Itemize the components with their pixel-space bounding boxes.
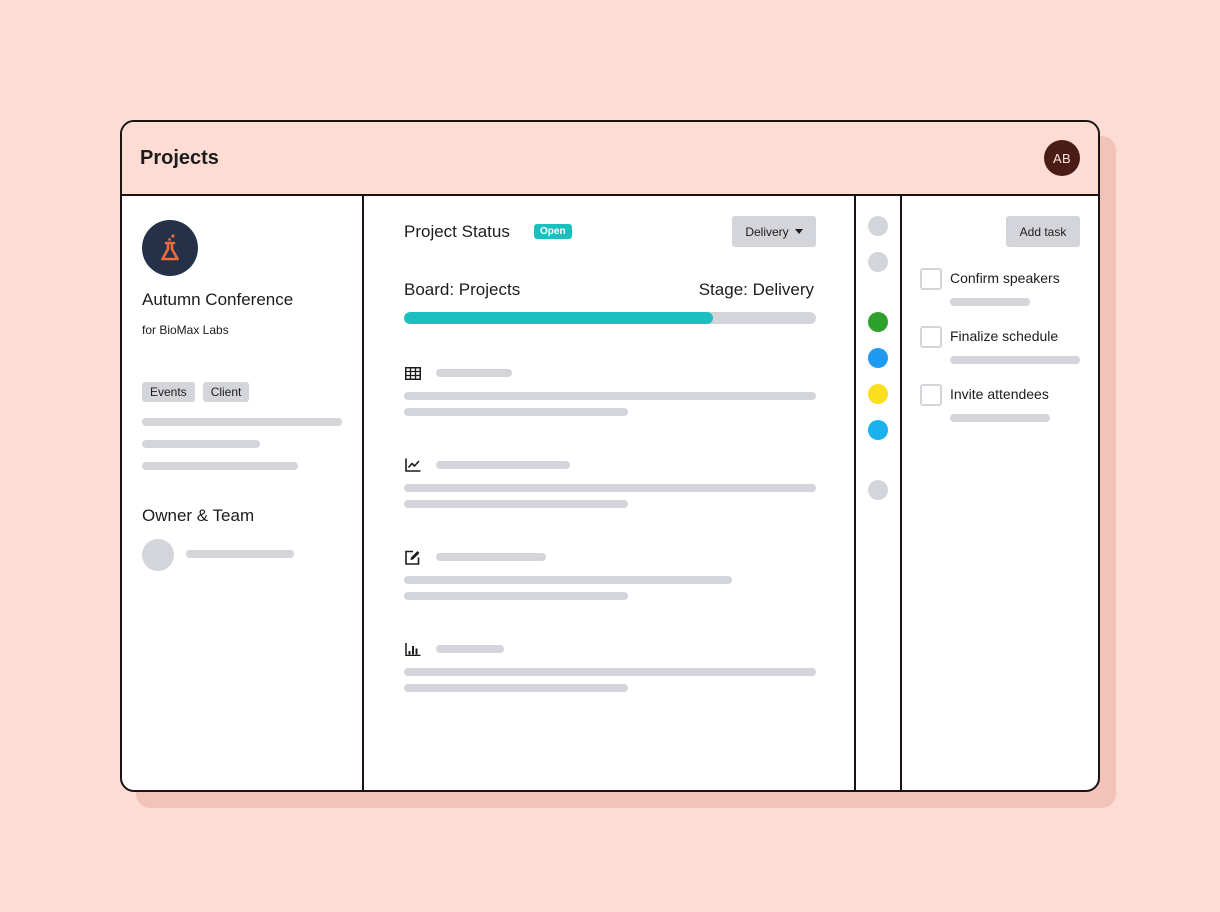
board-label: Board: Projects: [404, 280, 521, 299]
placeholder-line: [404, 484, 816, 492]
task-label: Invite attendees: [950, 386, 1049, 402]
placeholder-line: [142, 418, 342, 426]
timeline-dot[interactable]: [868, 216, 888, 236]
placeholder-line: [404, 668, 816, 676]
placeholder-line: [142, 462, 298, 470]
tag[interactable]: Client: [202, 382, 250, 402]
user-avatar[interactable]: AB: [1044, 140, 1080, 176]
status-badge: Open: [534, 224, 572, 239]
stage-label: Stage: Delivery: [698, 280, 814, 299]
top-bar: Projects AB: [122, 122, 1098, 196]
task-label: Finalize schedule: [950, 328, 1059, 344]
placeholder-line: [142, 440, 260, 448]
timeline-dot[interactable]: [868, 252, 888, 272]
progress-bar: [404, 312, 816, 324]
tag[interactable]: Events: [142, 382, 195, 402]
task-label: Confirm speakers: [950, 270, 1060, 286]
table-icon: [404, 364, 422, 382]
timeline-dot[interactable]: [868, 480, 888, 500]
stage-dropdown[interactable]: Delivery: [732, 216, 816, 247]
status-title: Project Status: [404, 222, 510, 241]
placeholder-line: [186, 550, 294, 558]
bar-chart-icon: [404, 640, 422, 658]
placeholder-line: [436, 645, 504, 653]
placeholder-line: [404, 576, 732, 584]
project-name: Autumn Conference: [142, 290, 294, 309]
placeholder-line: [404, 408, 628, 416]
placeholder-line: [404, 392, 816, 400]
placeholder-line: [950, 414, 1050, 422]
project-client: for BioMax Labs: [142, 323, 229, 337]
project-logo: [142, 220, 198, 276]
placeholder-line: [436, 369, 512, 377]
placeholder-line: [950, 298, 1030, 306]
chevron-down-icon: [794, 229, 803, 234]
timeline-column: [856, 196, 902, 790]
project-status-panel: Project Status Open Delivery Board: Proj…: [364, 196, 856, 790]
placeholder-line: [404, 684, 628, 692]
progress-fill: [404, 312, 713, 324]
project-sidebar: Autumn Conference for BioMax Labs Events…: [122, 196, 364, 790]
timeline-dot[interactable]: [868, 420, 888, 440]
team-member-avatar[interactable]: [142, 539, 174, 571]
edit-icon: [404, 548, 422, 566]
page-title: Projects: [140, 147, 219, 169]
timeline-dot[interactable]: [868, 384, 888, 404]
tag-list: Events Client: [142, 382, 250, 402]
task-checkbox[interactable]: [920, 326, 942, 348]
timeline-dot[interactable]: [868, 348, 888, 368]
placeholder-line: [436, 553, 546, 561]
flask-icon: [161, 234, 179, 261]
line-chart-icon: [404, 456, 422, 474]
placeholder-line: [404, 592, 628, 600]
stage-dropdown-value: Delivery: [745, 224, 789, 239]
placeholder-line: [436, 461, 570, 469]
app-window: Projects AB Autumn Conference for BioMax…: [120, 120, 1100, 792]
add-task-button[interactable]: Add task: [1006, 216, 1080, 247]
task-checkbox[interactable]: [920, 384, 942, 406]
timeline-dot[interactable]: [868, 312, 888, 332]
placeholder-line: [404, 500, 628, 508]
task-panel: Add task Confirm speakers Finalize sched…: [902, 196, 1098, 790]
task-checkbox[interactable]: [920, 268, 942, 290]
placeholder-line: [950, 356, 1080, 364]
team-section-title: Owner & Team: [142, 506, 255, 525]
